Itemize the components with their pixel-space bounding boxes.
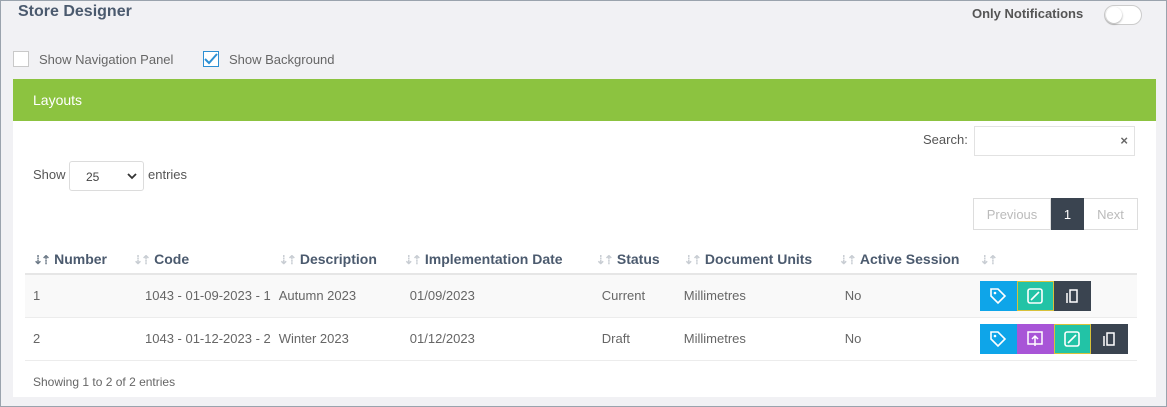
entries-label: entries: [148, 167, 188, 182]
sort-icon: ⇣⇡: [838, 252, 857, 267]
cell-description: Autumn 2023: [270, 274, 396, 318]
previous-page-button[interactable]: Previous: [973, 198, 1051, 230]
cell-active-session: No: [830, 274, 972, 318]
tag-button[interactable]: [979, 323, 1017, 354]
cell-document-units: Millimetres: [675, 317, 831, 361]
column-status[interactable]: ⇣⇡ Status: [587, 244, 676, 275]
chevron-down-icon: [127, 173, 137, 180]
cell-status: Current: [587, 274, 676, 318]
edit-icon: [1064, 330, 1081, 347]
tag-button[interactable]: [979, 280, 1017, 311]
cell-code: 1043 - 01-12-2023 - 2: [125, 317, 271, 361]
upload-icon: [1027, 330, 1044, 346]
cell-document-units: Millimetres: [675, 274, 831, 318]
toggle-knob: [1106, 7, 1122, 23]
cell-implementation-date: 01/09/2023: [395, 274, 588, 318]
column-description[interactable]: ⇣⇡ Description: [270, 244, 396, 275]
column-number[interactable]: ⇣⇡ Number: [25, 244, 125, 275]
show-background-checkbox[interactable]: [203, 51, 219, 67]
sort-asc-icon: ⇣⇡: [33, 252, 51, 267]
cell-number: 1: [25, 274, 125, 318]
tag-icon: [990, 330, 1007, 347]
copy-button[interactable]: [1053, 280, 1091, 311]
cell-description: Winter 2023: [270, 317, 396, 361]
column-implementation-date[interactable]: ⇣⇡ Implementation Date: [395, 244, 588, 275]
only-notifications-toggle[interactable]: [1104, 5, 1142, 25]
edit-button[interactable]: [1016, 280, 1054, 311]
window-frame: Store Designer Only Notifications Show N…: [0, 0, 1167, 407]
show-background-label: Show Background: [229, 51, 335, 67]
panel-title: Layouts: [13, 79, 1156, 121]
tag-icon: [990, 287, 1007, 304]
sort-icon: ⇣⇡: [278, 252, 297, 267]
next-page-button[interactable]: Next: [1084, 198, 1138, 230]
row-actions: [979, 280, 1137, 311]
edit-icon: [1027, 287, 1044, 304]
clear-search-icon[interactable]: ×: [1120, 133, 1128, 148]
only-notifications-label: Only Notifications: [972, 6, 1084, 21]
cell-implementation-date: 01/12/2023: [395, 317, 588, 361]
cell-number: 2: [25, 317, 125, 361]
show-background-option[interactable]: Show Background: [203, 51, 335, 67]
cell-active-session: No: [830, 317, 972, 361]
sort-icon: ⇣⇡: [133, 252, 151, 267]
copy-icon: [1103, 331, 1116, 346]
cell-actions: [971, 274, 1137, 318]
column-actions[interactable]: ⇣⇡: [971, 244, 1137, 275]
edit-button[interactable]: [1053, 323, 1091, 354]
cell-status: Draft: [587, 317, 676, 361]
page-title: Store Designer: [18, 3, 132, 20]
check-icon: [204, 53, 218, 65]
table-row[interactable]: 2 1043 - 01-12-2023 - 2 Winter 2023 01/1…: [25, 317, 1137, 361]
pagination: Previous 1 Next: [973, 198, 1138, 230]
cell-actions: [971, 317, 1137, 361]
search-label: Search:: [923, 132, 968, 147]
column-code[interactable]: ⇣⇡ Code: [125, 244, 271, 275]
table-header-row: ⇣⇡ Number ⇣⇡ Code ⇣⇡ Description ⇣⇡ Implemen…: [25, 244, 1137, 275]
show-nav-panel-option[interactable]: Show Navigation Panel: [13, 51, 173, 67]
show-nav-panel-label: Show Navigation Panel: [39, 51, 174, 67]
page-length-select[interactable]: 25: [69, 161, 144, 191]
cell-code: 1043 - 01-09-2023 - 1: [125, 274, 271, 318]
sort-icon: ⇣⇡: [595, 252, 614, 267]
sort-icon: ⇣⇡: [403, 252, 422, 267]
column-document-units[interactable]: ⇣⇡ Document Units: [675, 244, 831, 275]
layouts-panel: Layouts Search: × Show 25 entries Previo…: [13, 79, 1156, 397]
column-active-session[interactable]: ⇣⇡ Active Session: [830, 244, 972, 275]
page-1-button[interactable]: 1: [1051, 198, 1084, 230]
copy-button[interactable]: [1090, 323, 1128, 354]
table-row[interactable]: 1 1043 - 01-09-2023 - 1 Autumn 2023 01/0…: [25, 274, 1137, 318]
show-nav-panel-checkbox[interactable]: [13, 51, 29, 67]
sort-icon: ⇣⇡: [979, 252, 998, 267]
page-length-value: 25: [86, 170, 100, 184]
layouts-table: ⇣⇡ Number ⇣⇡ Code ⇣⇡ Description ⇣⇡ Implemen…: [25, 244, 1137, 361]
publish-button[interactable]: [1016, 323, 1054, 354]
show-label: Show: [33, 167, 66, 182]
sort-icon: ⇣⇡: [683, 252, 702, 267]
copy-icon: [1066, 289, 1079, 303]
row-actions: [979, 323, 1137, 354]
search-input[interactable]: ×: [974, 126, 1135, 156]
table-info: Showing 1 to 2 of 2 entries: [33, 375, 176, 389]
